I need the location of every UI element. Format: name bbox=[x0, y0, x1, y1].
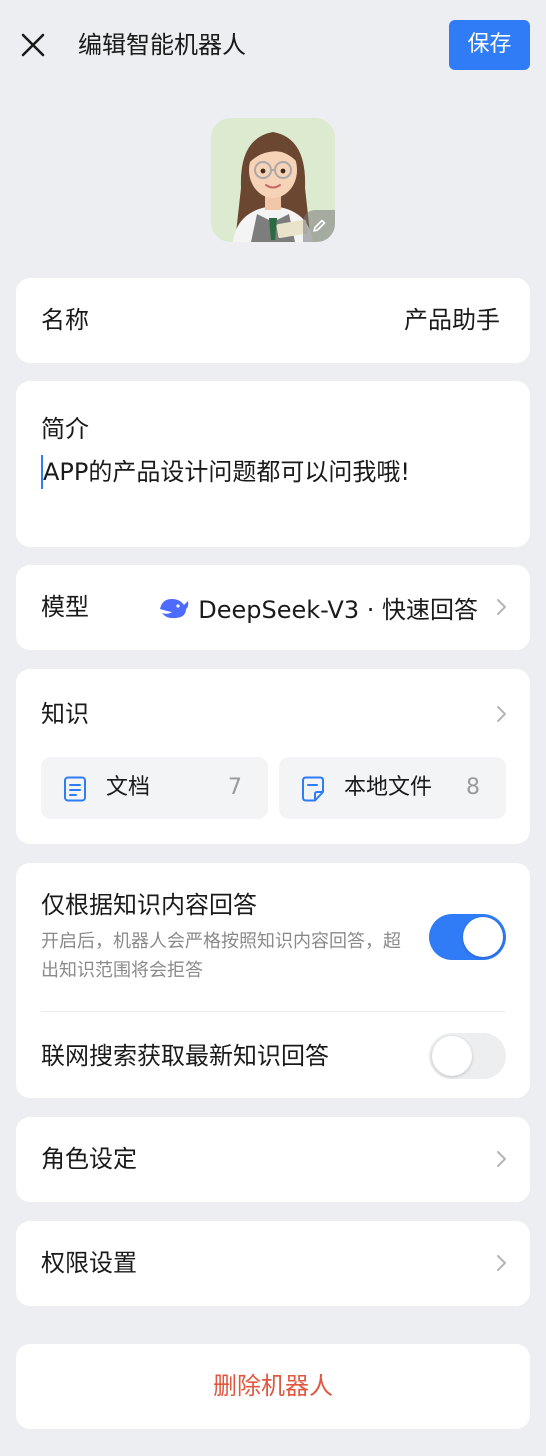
knowledge-item-count: 8 bbox=[466, 775, 480, 800]
chevron-right-icon[interactable] bbox=[494, 705, 508, 723]
knowledge-item-label: 文档 bbox=[106, 775, 151, 800]
web-search-toggle[interactable] bbox=[429, 1033, 506, 1079]
local-file-icon bbox=[302, 776, 324, 802]
top-bar: 编辑智能机器人 保存 bbox=[0, 0, 546, 90]
role-settings-label: 角色设定 bbox=[41, 1145, 137, 1173]
close-button[interactable] bbox=[14, 26, 52, 64]
knowledge-only-description: 开启后，机器人会严格按照知识内容回答，超出知识范围将会拒答 bbox=[41, 931, 401, 981]
model-value: DeepSeek-V3 · 快速回答 bbox=[158, 565, 478, 650]
intro-input[interactable]: APP的产品设计问题都可以问我哦! bbox=[41, 455, 410, 489]
save-button[interactable]: 保存 bbox=[449, 20, 530, 70]
pencil-icon bbox=[313, 219, 326, 232]
model-row[interactable]: 模型 DeepSeek-V3 · 快速回答 bbox=[16, 565, 530, 650]
avatar-edit-button[interactable] bbox=[303, 210, 335, 242]
answer-settings-section: 仅根据知识内容回答 开启后，机器人会严格按照知识内容回答，超出知识范围将会拒答 … bbox=[16, 863, 530, 1098]
name-label: 名称 bbox=[41, 306, 89, 334]
knowledge-only-toggle[interactable] bbox=[429, 914, 506, 960]
model-name: DeepSeek-V3 · 快速回答 bbox=[198, 596, 478, 624]
intro-section: 简介 APP的产品设计问题都可以问我哦! bbox=[16, 381, 530, 547]
delete-bot-label: 删除机器人 bbox=[213, 1372, 333, 1400]
knowledge-item-count: 7 bbox=[228, 775, 242, 800]
toggle-knob bbox=[463, 917, 503, 957]
permission-settings-label: 权限设置 bbox=[41, 1249, 137, 1277]
close-icon bbox=[21, 33, 45, 57]
knowledge-label: 知识 bbox=[41, 700, 89, 728]
web-search-label: 联网搜索获取最新知识回答 bbox=[41, 1042, 329, 1070]
name-value[interactable]: 产品助手 bbox=[404, 278, 500, 363]
deepseek-whale-icon bbox=[160, 598, 189, 618]
document-icon bbox=[64, 776, 86, 802]
knowledge-only-label: 仅根据知识内容回答 bbox=[41, 891, 257, 919]
divider bbox=[41, 1011, 505, 1012]
chevron-right-icon bbox=[497, 1151, 506, 1167]
page-title: 编辑智能机器人 bbox=[78, 31, 246, 59]
delete-bot-button[interactable]: 删除机器人 bbox=[16, 1344, 530, 1429]
knowledge-documents-tile[interactable]: 文档 7 bbox=[41, 757, 268, 819]
knowledge-item-label: 本地文件 bbox=[344, 775, 433, 800]
role-settings-row[interactable]: 角色设定 bbox=[16, 1117, 530, 1202]
chevron-right-icon bbox=[497, 1255, 506, 1271]
name-row[interactable]: 名称 产品助手 bbox=[16, 278, 530, 363]
knowledge-local-files-tile[interactable]: 本地文件 8 bbox=[279, 757, 506, 819]
intro-label: 简介 bbox=[41, 415, 89, 443]
toggle-knob bbox=[432, 1036, 472, 1076]
knowledge-section: 知识 文档 7 本地文件 8 bbox=[16, 669, 530, 844]
chevron-right-icon bbox=[497, 599, 506, 615]
permission-settings-row[interactable]: 权限设置 bbox=[16, 1221, 530, 1306]
model-label: 模型 bbox=[41, 593, 89, 621]
